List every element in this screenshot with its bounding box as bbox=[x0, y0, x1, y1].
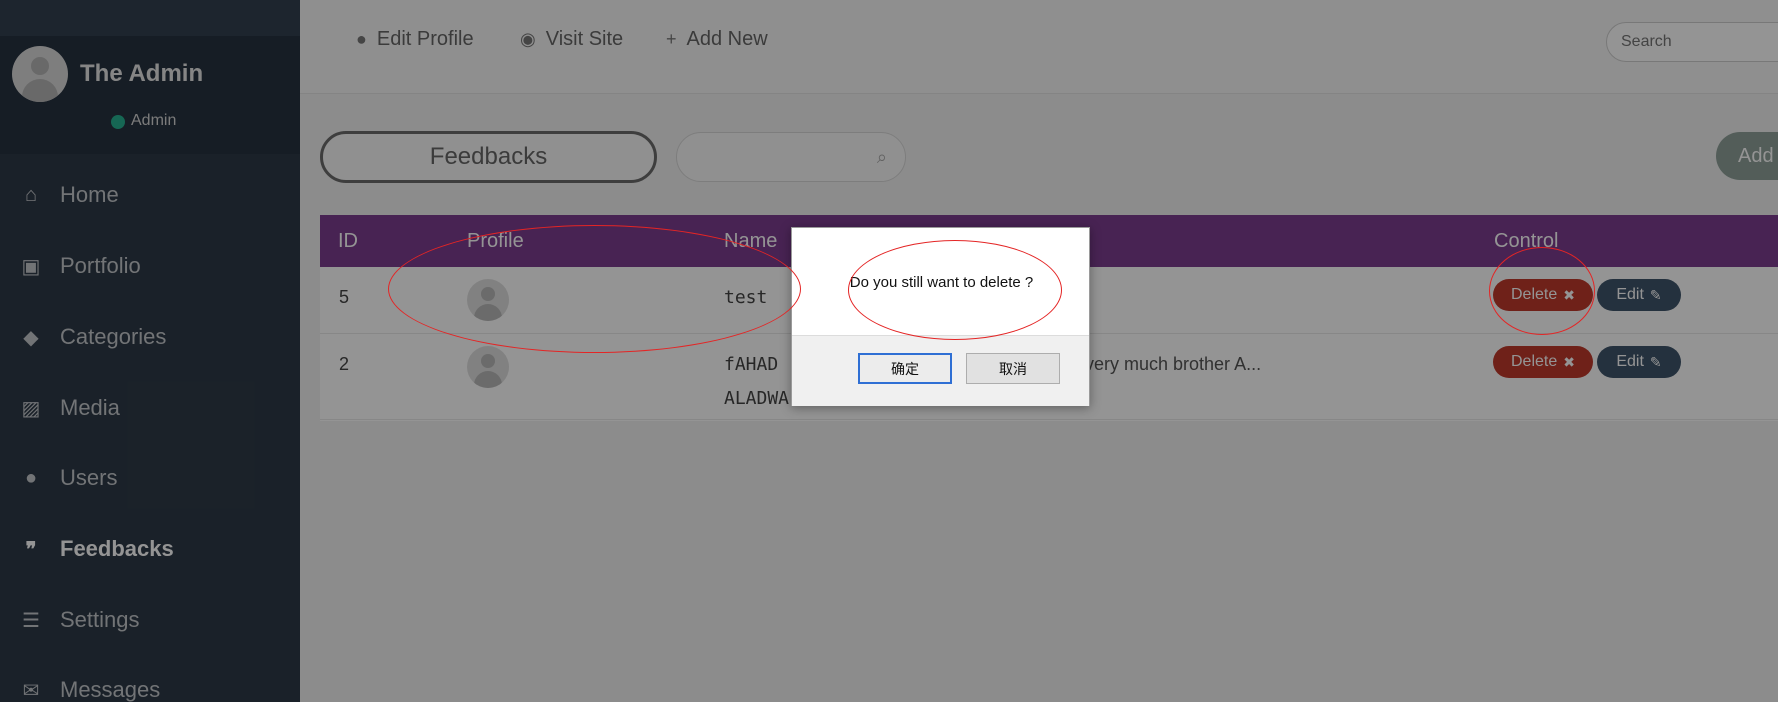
ok-button[interactable]: 确定 bbox=[858, 353, 952, 384]
cancel-button[interactable]: 取消 bbox=[966, 353, 1060, 384]
dialog-footer: 确定 取消 bbox=[792, 335, 1089, 406]
annotation-ellipse-delete bbox=[1489, 247, 1595, 335]
annotation-ellipse-dialog bbox=[848, 240, 1062, 340]
annotation-ellipse-profile bbox=[388, 225, 801, 353]
